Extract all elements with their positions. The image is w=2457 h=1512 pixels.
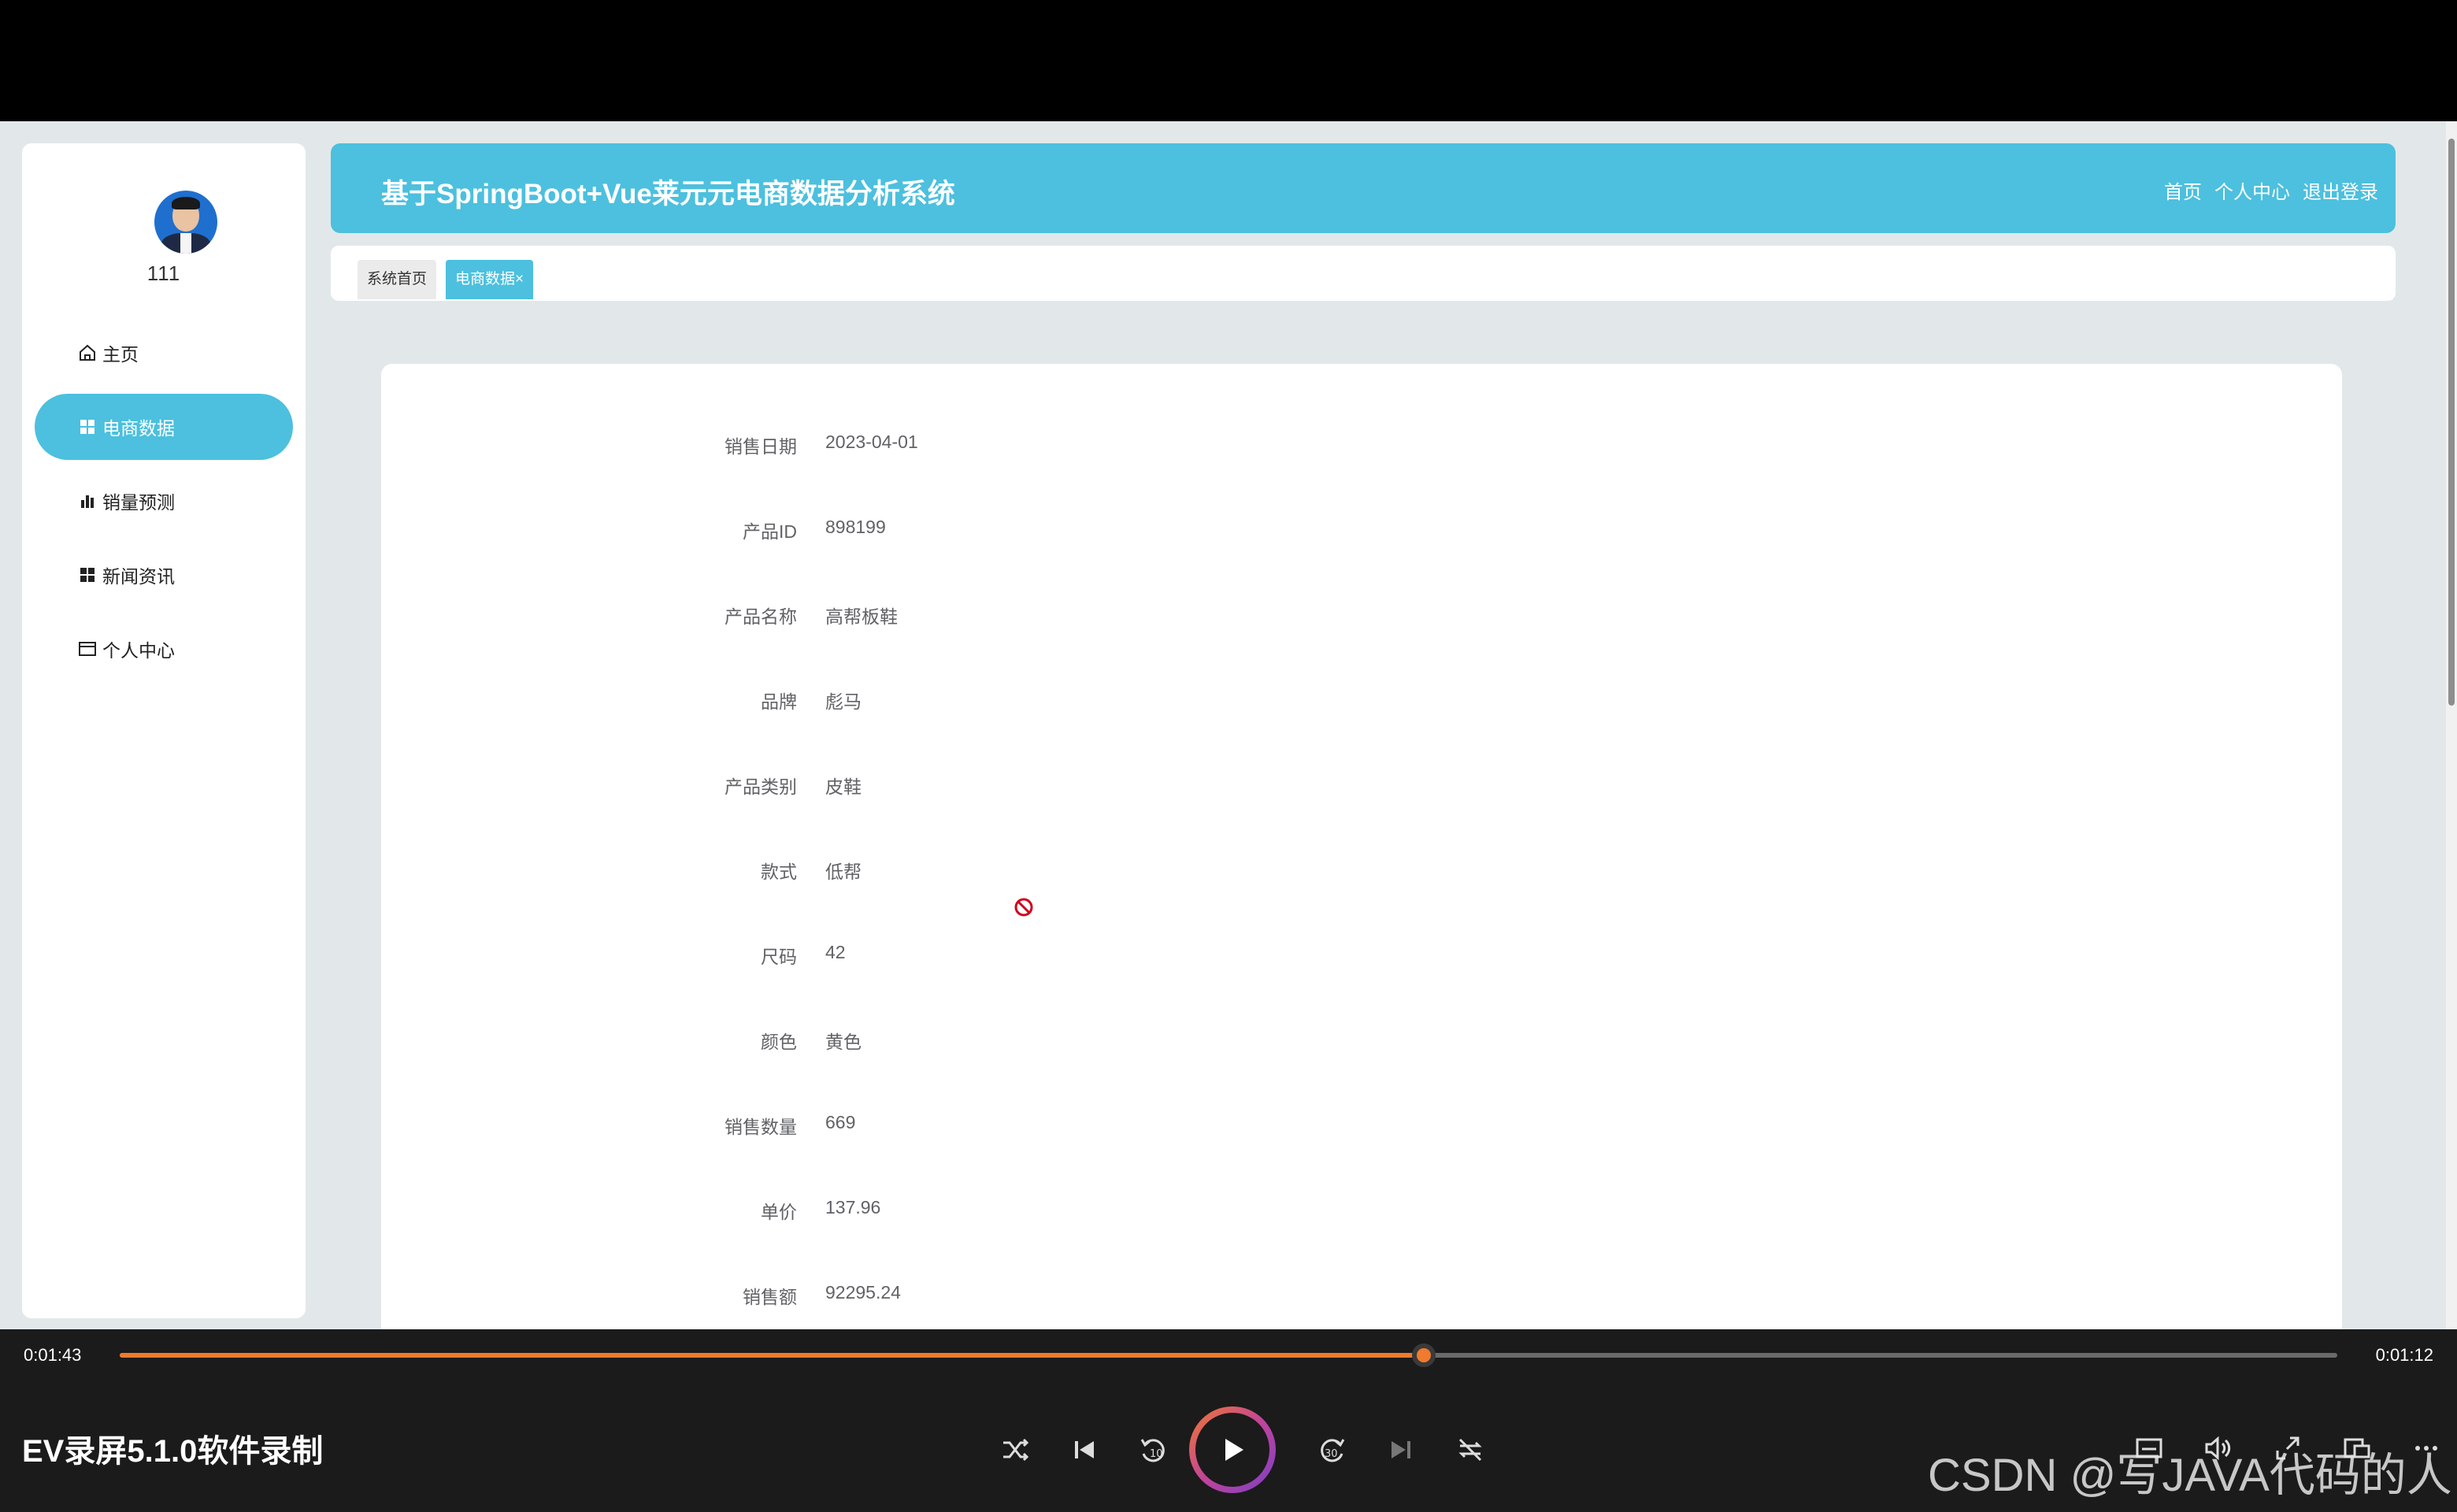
repeat-off-icon[interactable] — [1451, 1430, 1490, 1469]
previous-icon[interactable] — [1065, 1430, 1104, 1469]
shuffle-icon[interactable] — [995, 1430, 1035, 1469]
sidebar-menu: 主页 电商数据 销量预测 新闻资讯 个人中心 — [35, 320, 293, 690]
field-value: 彪马 — [825, 691, 862, 712]
seek-bar[interactable] — [120, 1343, 2337, 1367]
field-row-color: 颜色 黄色 — [381, 1022, 1326, 1054]
field-row-category: 产品类别 皮鞋 — [381, 767, 1326, 799]
field-row-quantity: 销售数量 669 — [381, 1107, 1326, 1139]
screen: 111 主页 电商数据 销量预测 新闻资讯 个人中心 基于SpringBoot+… — [0, 0, 2457, 1512]
field-row-unit-price: 单价 137.96 — [381, 1192, 1326, 1224]
field-value: 42 — [825, 942, 846, 962]
app-title: 基于SpringBoot+Vue莱元元电商数据分析系统 — [381, 179, 955, 209]
sidebar-item-news[interactable]: 新闻资讯 — [35, 542, 293, 608]
field-label: 单价 — [761, 1202, 797, 1222]
browser-viewport: 111 主页 电商数据 销量预测 新闻资讯 个人中心 基于SpringBoot+… — [0, 121, 2457, 1329]
sidebar-item-label: 个人中心 — [102, 640, 175, 661]
playback-controls: 10 30 — [976, 1406, 1496, 1493]
vertical-scrollbar[interactable] — [2446, 121, 2457, 1329]
sidebar-item-ecommerce-data[interactable]: 电商数据 — [35, 394, 293, 460]
video-player-bar: 0:01:43 0:01:12 EV录屏5.1.0软件录制 10 30 CSDN… — [0, 1329, 2457, 1512]
tab-ecommerce-data[interactable]: 电商数据× — [446, 260, 534, 299]
field-label: 尺码 — [761, 947, 797, 967]
rewind-10-icon[interactable]: 10 — [1134, 1430, 1173, 1469]
top-header: 基于SpringBoot+Vue莱元元电商数据分析系统 首页 个人中心 退出登录 — [331, 143, 2396, 233]
play-button-inner — [1195, 1413, 1269, 1487]
field-row-product-id: 产品ID 898199 — [381, 512, 1326, 543]
header-link-logout[interactable]: 退出登录 — [2303, 176, 2378, 204]
field-value: 137.96 — [825, 1197, 881, 1217]
field-label: 款式 — [761, 862, 797, 882]
header-link-home[interactable]: 首页 — [2164, 176, 2202, 204]
home-icon — [77, 343, 98, 363]
scrollbar-thumb[interactable] — [2448, 139, 2455, 706]
sidebar-item-home[interactable]: 主页 — [35, 320, 293, 386]
field-value: 黄色 — [825, 1032, 862, 1052]
next-icon[interactable] — [1381, 1430, 1421, 1469]
forward-30-icon[interactable]: 30 — [1312, 1430, 1351, 1469]
grid-icon — [77, 565, 98, 585]
field-label: 品牌 — [761, 691, 797, 712]
field-value: 高帮板鞋 — [825, 606, 898, 627]
sidebar-item-label: 销量预测 — [102, 492, 175, 513]
card-icon — [77, 639, 98, 659]
remaining-time: 0:01:12 — [2375, 1345, 2433, 1365]
svg-text:10: 10 — [1150, 1448, 1163, 1460]
field-label: 颜色 — [761, 1032, 797, 1052]
field-row-brand: 品牌 彪马 — [381, 682, 1326, 713]
sidebar-item-label: 新闻资讯 — [102, 566, 175, 587]
seek-progress — [120, 1353, 1424, 1358]
seek-handle[interactable] — [1411, 1343, 1436, 1367]
sidebar-item-sales-forecast[interactable]: 销量预测 — [35, 468, 293, 534]
sidebar: 111 主页 电商数据 销量预测 新闻资讯 个人中心 — [22, 143, 306, 1318]
svg-text:30: 30 — [1325, 1448, 1338, 1460]
field-label: 产品名称 — [724, 606, 797, 627]
header-link-profile[interactable]: 个人中心 — [2214, 176, 2290, 204]
sidebar-item-label: 主页 — [102, 344, 139, 365]
header-links: 首页 个人中心 退出登录 — [2164, 176, 2378, 204]
field-label: 产品类别 — [724, 776, 797, 797]
avatar[interactable] — [154, 191, 217, 254]
field-value: 2023-04-01 — [825, 432, 918, 452]
bar-chart-icon — [77, 491, 98, 511]
play-button[interactable] — [1189, 1406, 1276, 1493]
field-label: 销售日期 — [724, 436, 797, 457]
field-row-size: 尺码 42 — [381, 937, 1326, 969]
field-row-product-name: 产品名称 高帮板鞋 — [381, 597, 1326, 628]
sidebar-item-label: 电商数据 — [102, 418, 175, 439]
field-label: 销售数量 — [724, 1117, 797, 1137]
sidebar-item-profile[interactable]: 个人中心 — [35, 616, 293, 682]
field-value: 低帮 — [825, 862, 862, 882]
field-label: 产品ID — [743, 521, 797, 542]
tab-bar: 系统首页 电商数据× — [331, 246, 2396, 301]
tab-system-home[interactable]: 系统首页 — [358, 260, 437, 299]
detail-card: 销售日期 2023-04-01 产品ID 898199 产品名称 高帮板鞋 品牌… — [381, 364, 2342, 1329]
not-allowed-cursor-icon — [1013, 896, 1035, 918]
grid-icon — [77, 417, 98, 437]
username: 111 — [146, 261, 181, 285]
field-value: 皮鞋 — [825, 776, 862, 797]
csdn-watermark: CSDN @写JAVA代码的人 — [1928, 1450, 2452, 1501]
field-value: 92295.24 — [825, 1282, 901, 1303]
play-icon — [1225, 1439, 1243, 1461]
field-value: 898199 — [825, 517, 886, 537]
recording-caption: EV录屏5.1.0软件录制 — [22, 1434, 324, 1469]
avatar-shirt — [180, 233, 191, 254]
field-label: 销售额 — [743, 1287, 797, 1307]
elapsed-time: 0:01:43 — [24, 1345, 82, 1365]
field-row-sale-date: 销售日期 2023-04-01 — [381, 427, 1326, 458]
field-row-style: 款式 低帮 — [381, 852, 1326, 884]
field-value: 669 — [825, 1112, 856, 1132]
field-row-sales-amount: 销售额 92295.24 — [381, 1277, 1326, 1309]
avatar-hair — [172, 197, 200, 209]
